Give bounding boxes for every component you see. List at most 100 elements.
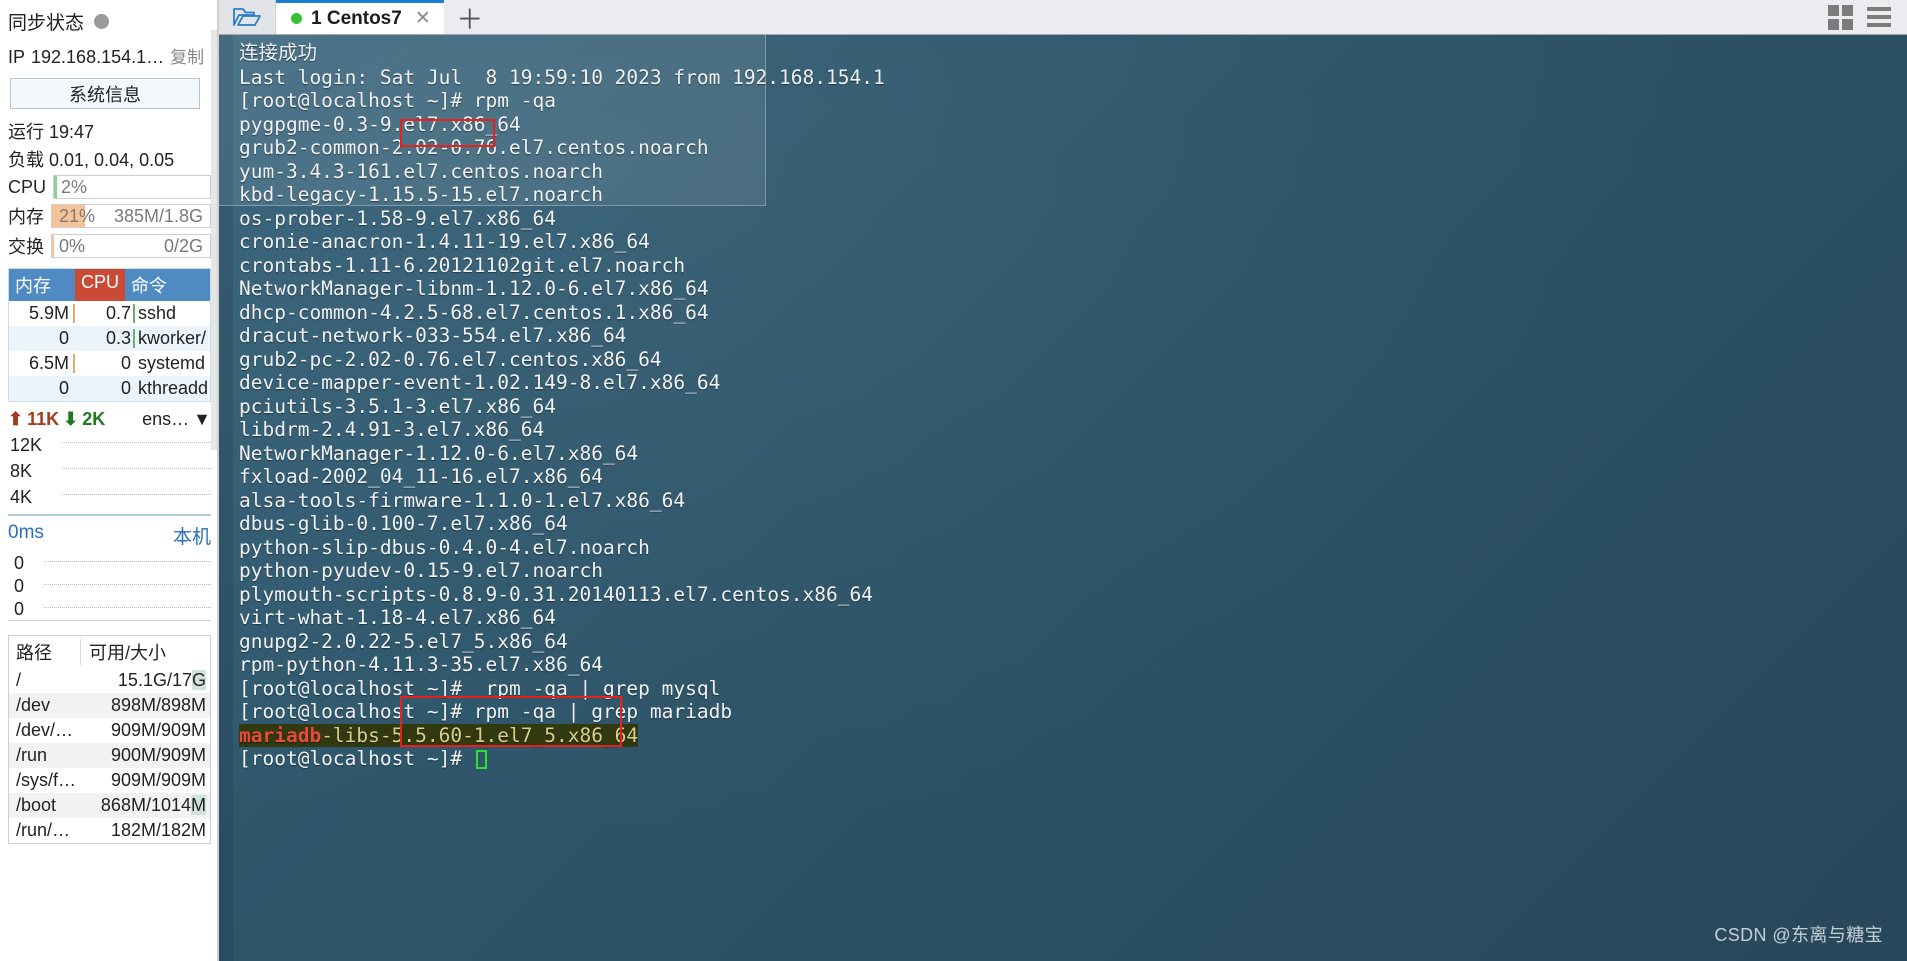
network-interface-selector[interactable]: ens… ▼ — [142, 409, 211, 430]
tab-centos7[interactable]: 1 Centos7 ✕ — [276, 0, 444, 34]
terminal-line: NetworkManager-1.12.0-6.el7.x86_64 — [239, 441, 639, 465]
terminal-line: virt-what-1.18-4.el7.x86_64 — [239, 606, 556, 629]
uptime-value: 19:47 — [49, 122, 95, 142]
process-cmd: kthreadd — [138, 378, 209, 398]
uptime-row: 运行 19:47 — [0, 117, 219, 145]
tab-label: 1 Centos7 — [311, 7, 402, 29]
process-row[interactable]: 0 0 kthreadd — [9, 376, 210, 401]
hamburger-menu-icon[interactable] — [1867, 7, 1891, 27]
uptime-label: 运行 — [8, 122, 44, 142]
meter-bar: 0% 0/2G — [51, 234, 211, 258]
ip-label: IP — [8, 47, 26, 67]
disk-size: 182M/182M — [110, 820, 206, 840]
terminal-line: gnupg2-2.0.22-5.el7_5.x86_64 — [239, 629, 568, 653]
terminal-line: dracut-network-033-554.el7.x86_64 — [239, 324, 627, 347]
disk-row[interactable]: /dev 898M/898M — [9, 693, 210, 718]
disk-table-body: / 15.1G/17G/dev 898M/898M/dev/… 909M/909M/r… — [9, 668, 210, 843]
plus-icon[interactable]: ＋ — [444, 0, 496, 35]
sync-status-label: 同步状态 — [8, 13, 85, 34]
system-info-button[interactable]: 系统信息 — [10, 78, 200, 109]
disk-path: /run/… — [16, 820, 71, 840]
terminal-line: python-pyudev-0.15-9.el7.noarch — [239, 559, 603, 582]
process-row[interactable]: 0 0.3 kworker/ — [9, 326, 210, 351]
meter-label: 内存 — [8, 207, 44, 227]
terminal-line: [root@localhost ~]# rpm -qa | grep mysql — [239, 676, 721, 700]
process-cpu: 0.7 — [75, 301, 135, 326]
disk-table-header: 路径 可用/大小 — [9, 636, 210, 668]
disk-row[interactable]: /dev/… 909M/909M — [9, 718, 210, 743]
disk-size: 900M/909M — [110, 745, 206, 765]
latency-chart: 0 0 0 — [8, 549, 211, 621]
process-cmd: kworker/ — [138, 328, 207, 348]
terminal-line: dbus-glib-0.100-7.el7.x86_64 — [239, 512, 568, 535]
terminal-line: cronie-anacron-1.4.11-19.el7.x86_64 — [239, 230, 650, 253]
process-cpu: 0 — [120, 378, 131, 398]
terminal-line: alsa-tools-firmware-1.1.0-1.el7.x86_64 — [239, 488, 686, 512]
meter-row-内存: 内存 21% 385M/1.8G — [0, 201, 219, 231]
network-y-label-1: 8K — [10, 461, 33, 481]
meter-amount: 385M/1.8G — [113, 205, 203, 226]
disk-path: / — [16, 670, 22, 690]
terminal-line: Last login: Sat Jul 8 19:59:10 2023 from… — [239, 65, 885, 89]
load-value: 0.01, 0.04, 0.05 — [49, 150, 175, 170]
terminal-line: mariadb-libs-5.5.60-1.el7_5.x86_64 — [239, 723, 639, 747]
meter-percent: 0% — [59, 235, 86, 256]
latency-y-label-0: 0 — [14, 553, 25, 573]
terminal-output-area[interactable]: 连接成功 Last login: Sat Jul 8 19:59:10 2023 … — [219, 35, 1907, 961]
meter-row-交换: 交换 0% 0/2G — [0, 231, 219, 261]
process-table-body: 5.9M 0.7 sshd 0 0.3 kworker/6.5M 0 systemd 0 0 kth… — [9, 301, 210, 401]
terminal-line: rpm-python-4.11.3-35.el7.x86_64 — [239, 653, 603, 676]
process-row[interactable]: 5.9M 0.7 sshd — [9, 301, 210, 326]
sync-status-row: 同步状态 — [0, 0, 219, 41]
meter-percent: 21% — [59, 205, 96, 226]
network-interface-label: ens… — [142, 409, 190, 429]
process-row[interactable]: 6.5M 0 systemd — [9, 351, 210, 376]
network-y-label-0: 12K — [10, 435, 43, 455]
process-cpu: 0.3 — [75, 326, 135, 351]
ip-value: 192.168.154.1… — [31, 47, 165, 67]
chevron-down-icon: ▼ — [193, 409, 211, 429]
terminal-line: pciutils-3.5.1-3.el7.x86_64 — [239, 394, 556, 418]
resource-meters: CPU 2% 内存 21% 385M/1.8G 交换 0% 0/2G — [0, 173, 219, 261]
open-folder-icon[interactable] — [219, 0, 276, 34]
disk-header-size: 可用/大小 — [89, 643, 167, 663]
watermark: CSDN @东离与糖宝 — [1714, 925, 1883, 945]
meter-label: CPU — [8, 176, 47, 197]
terminal-line: plymouth-scripts-0.8.9-0.31.20140113.el7… — [239, 582, 873, 606]
terminal-line: fxload-2002_04_11-16.el7.x86_64 — [239, 465, 603, 488]
disk-size: 909M/909M — [110, 770, 206, 790]
terminal-line: [root@localhost ~]# rpm -qa — [239, 89, 556, 112]
disk-row[interactable]: /sys/f… 909M/909M — [9, 768, 210, 793]
process-mem: 6.5M — [9, 351, 75, 376]
disk-usage-table: 路径 可用/大小 / 15.1G/17G/dev 898M/898M/dev/… 90… — [8, 635, 211, 844]
load-row: 负载 0.01, 0.04, 0.05 — [0, 145, 219, 173]
process-header-cpu: CPU — [75, 269, 126, 301]
upload-rate: 11K — [27, 409, 60, 429]
system-monitor-sidebar: 同步状态 IP 192.168.154.1… 复制 系统信息 运行 19:47 … — [0, 0, 219, 961]
terminal-line: os-prober-1.58-9.el7.x86_64 — [239, 206, 556, 230]
disk-row[interactable]: / 15.1G/17G — [9, 668, 210, 693]
process-cmd: sshd — [138, 303, 177, 323]
process-mem: 0 — [58, 328, 69, 348]
process-header-mem: 内存 — [9, 269, 75, 301]
terminal-cursor — [475, 750, 487, 769]
process-cmd: systemd — [138, 353, 206, 373]
terminal-lines: 连接成功 Last login: Sat Jul 8 19:59:10 2023 … — [239, 42, 1907, 771]
disk-header-path: 路径 — [9, 639, 81, 665]
disk-row[interactable]: /run/… 182M/182M — [9, 818, 210, 843]
download-arrow-icon: ⬇ — [63, 409, 79, 429]
disk-path: /sys/f… — [16, 770, 77, 790]
terminal-line: pygpgme-0.3-9.el7.x86_64 — [239, 112, 521, 136]
disk-row[interactable]: /boot 868M/1014M — [9, 793, 210, 818]
close-icon[interactable]: ✕ — [415, 7, 431, 30]
terminal-line: yum-3.4.3-161.el7.centos.noarch — [239, 159, 603, 183]
latency-header: 0ms 本机 — [0, 516, 219, 549]
copy-ip-button[interactable]: 复制 — [170, 43, 204, 68]
terminal-line: grub2-pc-2.02-0.76.el7.centos.x86_64 — [239, 347, 662, 371]
grid-layout-icon[interactable] — [1828, 4, 1853, 30]
process-mem: 5.9M — [9, 301, 75, 326]
network-chart-plot — [62, 434, 211, 512]
meter-row-CPU: CPU 2% — [0, 173, 219, 201]
disk-row[interactable]: /run 900M/909M — [9, 743, 210, 768]
latency-value: 0ms — [8, 522, 44, 543]
